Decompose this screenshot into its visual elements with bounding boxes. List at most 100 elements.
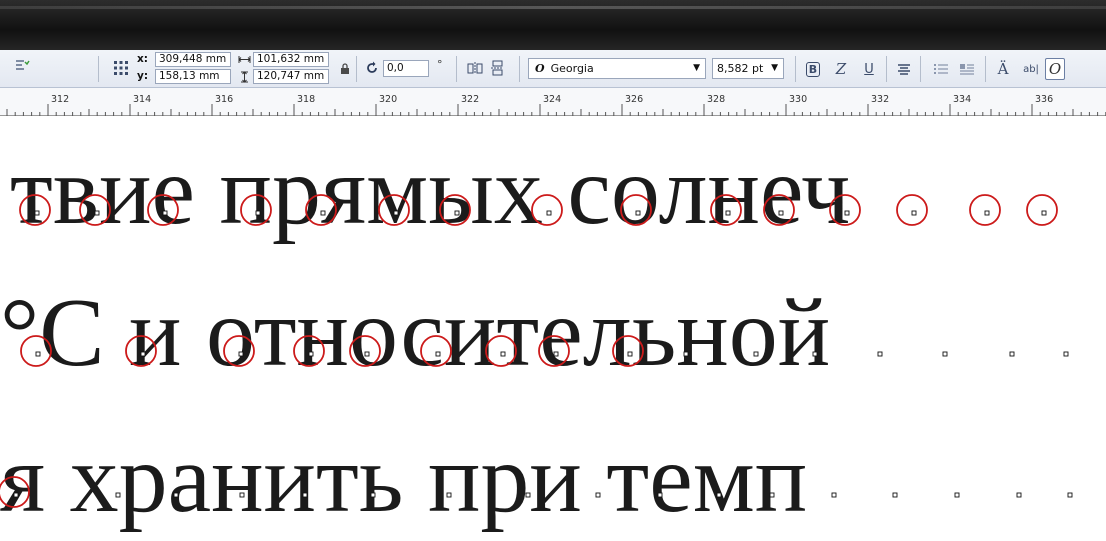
text-node-handle[interactable]: [635, 210, 641, 216]
text-node-handle[interactable]: [753, 351, 759, 357]
drawing-canvas[interactable]: твие прямых солнеч °С и относительной я …: [0, 116, 1106, 541]
text-node-handle[interactable]: [239, 492, 245, 498]
toolbar-separator: [519, 56, 520, 82]
highlight-circle: [20, 335, 52, 367]
align-lines-icon: [898, 63, 910, 75]
opentype-icon: O: [1048, 60, 1062, 78]
interactive-opentype-button[interactable]: O: [1045, 58, 1065, 80]
title-bar-highlight: [0, 6, 1106, 9]
ruler-label: 332: [871, 94, 889, 105]
text-node-handle[interactable]: [595, 492, 601, 498]
highlight-circle: [305, 194, 337, 226]
highlight-circle: [969, 194, 1001, 226]
text-node-handle[interactable]: [657, 492, 663, 498]
text-node-handle[interactable]: [308, 351, 314, 357]
ruler-label: 328: [707, 94, 725, 105]
text-node-handle[interactable]: [716, 492, 722, 498]
text-node-handle[interactable]: [911, 210, 917, 216]
mirror-vertical-icon[interactable]: [488, 59, 506, 77]
highlight-circle: [485, 335, 517, 367]
text-node-handle[interactable]: [446, 492, 452, 498]
highlight-circle: [0, 476, 30, 508]
text-node-handle[interactable]: [302, 492, 308, 498]
text-node-handle[interactable]: [35, 351, 41, 357]
text-node-handle[interactable]: [162, 210, 168, 216]
text-node-handle[interactable]: [769, 492, 775, 498]
text-node-handle[interactable]: [546, 210, 552, 216]
highlight-circle: [896, 194, 928, 226]
x-position-field[interactable]: 309,448 mm: [155, 52, 231, 67]
text-node-handle[interactable]: [1067, 492, 1073, 498]
bullet-list-button[interactable]: [931, 58, 951, 80]
text-node-handle[interactable]: [320, 210, 326, 216]
text-node-handle[interactable]: [364, 351, 370, 357]
ruler-label: 320: [379, 94, 397, 105]
ruler-label: 318: [297, 94, 315, 105]
text-node-handle[interactable]: [778, 210, 784, 216]
text-node-handle[interactable]: [954, 492, 960, 498]
font-size-dropdown[interactable]: 8,582 pt ▼: [712, 58, 784, 79]
opentype-font-icon: O: [535, 62, 545, 75]
toolbar-separator: [795, 56, 796, 82]
text-node-handle[interactable]: [255, 210, 261, 216]
text-node-handle[interactable]: [1009, 351, 1015, 357]
bold-button[interactable]: B: [803, 58, 823, 80]
highlight-circle: [147, 194, 179, 226]
text-node-handle[interactable]: [393, 210, 399, 216]
width-field[interactable]: 101,632 mm: [253, 52, 329, 67]
text-node-handle[interactable]: [627, 351, 633, 357]
text-node-handle[interactable]: [942, 351, 948, 357]
text-node-handle[interactable]: [370, 492, 376, 498]
font-size-value: 8,582 pt: [717, 62, 764, 75]
character-formatting-button[interactable]: Ä: [993, 58, 1013, 80]
text-node-handle[interactable]: [1041, 210, 1047, 216]
height-field[interactable]: 120,747 mm: [253, 69, 329, 84]
italic-button[interactable]: Z: [831, 58, 851, 80]
text-node-handle[interactable]: [1063, 351, 1069, 357]
text-node-handle[interactable]: [34, 210, 40, 216]
text-node-handle[interactable]: [13, 492, 19, 498]
text-node-handle[interactable]: [94, 210, 100, 216]
toolbar-separator: [985, 56, 986, 82]
text-node-handle[interactable]: [115, 492, 121, 498]
node-marker-overlay: [0, 194, 1073, 508]
mirror-horizontal-icon[interactable]: [466, 59, 484, 77]
text-node-handle[interactable]: [435, 351, 441, 357]
underline-button[interactable]: U: [859, 58, 879, 80]
text-node-handle[interactable]: [725, 210, 731, 216]
text-node-handle[interactable]: [525, 492, 531, 498]
text-node-handle[interactable]: [140, 351, 146, 357]
y-position-field[interactable]: 158,13 mm: [155, 69, 231, 84]
text-node-handle[interactable]: [1016, 492, 1022, 498]
text-node-handle[interactable]: [454, 210, 460, 216]
toolbar-separator: [456, 56, 457, 82]
degree-symbol: °: [437, 58, 443, 71]
horizontal-ruler[interactable]: 3123143163183203223243263283303323343363…: [0, 88, 1106, 116]
text-node-handle[interactable]: [238, 351, 244, 357]
highlight-circle: [538, 335, 570, 367]
text-node-handle[interactable]: [892, 492, 898, 498]
rotation-angle-field[interactable]: 0,0: [383, 60, 429, 77]
object-origin-icon[interactable]: [112, 59, 130, 77]
text-node-handle[interactable]: [683, 351, 689, 357]
text-node-handle[interactable]: [553, 351, 559, 357]
text-node-handle[interactable]: [812, 351, 818, 357]
ruler-label: 314: [133, 94, 151, 105]
text-properties-icon[interactable]: [12, 56, 32, 76]
lock-ratio-icon[interactable]: [338, 61, 352, 75]
text-node-handle[interactable]: [877, 351, 883, 357]
text-node-handle[interactable]: [173, 492, 179, 498]
edit-text-icon: ab|: [1023, 63, 1039, 75]
highlight-circle: [19, 194, 51, 226]
highlight-circle: [620, 194, 652, 226]
font-family-dropdown[interactable]: O Georgia ▼: [528, 58, 706, 79]
text-node-handle[interactable]: [984, 210, 990, 216]
horizontal-alignment-button[interactable]: [894, 58, 914, 80]
text-node-handle[interactable]: [831, 492, 837, 498]
edit-text-button[interactable]: ab|: [1019, 58, 1043, 80]
toolbar-separator: [920, 56, 921, 82]
drop-cap-button[interactable]: [957, 58, 977, 80]
text-node-handle[interactable]: [500, 351, 506, 357]
text-node-handle[interactable]: [844, 210, 850, 216]
highlight-circle: [240, 194, 272, 226]
